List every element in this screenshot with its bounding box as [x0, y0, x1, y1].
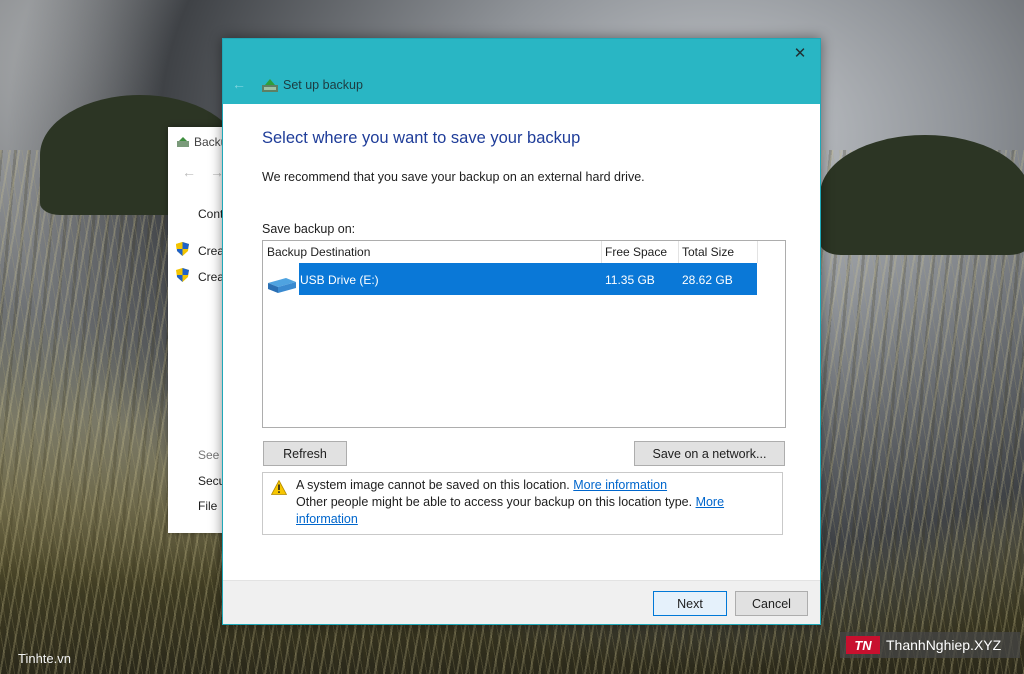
column-separator	[678, 241, 679, 263]
back-arrow-icon[interactable]: ←	[232, 76, 246, 92]
dialog-titlebar: ← Set up backup ✕	[223, 39, 820, 104]
row-free-space: 11.35 GB	[605, 273, 655, 287]
cancel-button[interactable]: Cancel	[735, 591, 808, 616]
column-header-free-space[interactable]: Free Space	[605, 245, 667, 259]
setup-backup-dialog: ← Set up backup ✕ Select where you want …	[222, 38, 821, 625]
warning-icon	[271, 480, 287, 495]
page-heading: Select where you want to save your backu…	[262, 129, 581, 147]
cp-item-create-2[interactable]: Crea	[198, 270, 224, 284]
cp-link-file[interactable]: File	[198, 499, 217, 513]
watermark-right-text: ThanhNghiep.XYZ	[886, 637, 1002, 653]
next-button[interactable]: Next	[653, 591, 727, 616]
row-destination: USB Drive (E:)	[300, 273, 379, 287]
backup-destination-list[interactable]: Backup Destination Free Space Total Size…	[262, 240, 786, 428]
backup-icon	[177, 137, 189, 147]
warning-line-3: information	[296, 512, 358, 526]
background-control-panel-window: Backu ←→ Conti Crea Crea See Secu File	[168, 127, 228, 533]
close-button[interactable]: ✕	[790, 45, 810, 63]
save-backup-on-label: Save backup on:	[262, 222, 356, 236]
cp-title: Backu	[176, 135, 227, 149]
column-header-destination[interactable]: Backup Destination	[267, 245, 370, 259]
row-total-size: 28.62 GB	[682, 273, 733, 287]
recommendation-text: We recommend that you save your backup o…	[262, 170, 645, 184]
more-information-link-2b[interactable]: information	[296, 512, 358, 526]
watermark-left: Tinhte.vn	[18, 651, 71, 666]
cp-item-create-1[interactable]: Crea	[198, 244, 224, 258]
warning-line-2: Other people might be able to access you…	[296, 495, 724, 509]
refresh-button[interactable]: Refresh	[263, 441, 347, 466]
cp-see-also: See	[198, 448, 220, 462]
warning-line-1: A system image cannot be saved on this l…	[296, 478, 667, 492]
column-separator	[601, 241, 602, 263]
watermark-right: TN ThanhNghiep.XYZ	[840, 632, 1020, 658]
column-header-total-size[interactable]: Total Size	[682, 245, 734, 259]
uac-shield-icon	[176, 268, 189, 282]
close-icon[interactable]: ✕	[794, 45, 807, 62]
warning-box: A system image cannot be saved on this l…	[262, 472, 783, 535]
list-header: Backup Destination Free Space Total Size	[263, 241, 759, 263]
column-separator	[757, 241, 758, 263]
dialog-title: Set up backup	[283, 78, 363, 92]
warning-text-2: Other people might be able to access you…	[296, 495, 693, 509]
warning-text-1: A system image cannot be saved on this l…	[296, 478, 570, 492]
dialog-footer: Next Cancel	[223, 580, 820, 624]
save-on-network-button[interactable]: Save on a network...	[634, 441, 785, 466]
uac-shield-icon	[176, 242, 189, 256]
brand-logo: TN	[846, 636, 880, 654]
more-information-link-2a[interactable]: More	[696, 495, 724, 509]
more-information-link-1[interactable]: More information	[573, 478, 667, 492]
table-row[interactable]: USB Drive (E:) 11.35 GB 28.62 GB	[299, 263, 757, 295]
wallpaper-trees-right	[820, 135, 1024, 255]
backup-icon	[262, 79, 278, 92]
brand-logo-text: TN	[854, 638, 872, 653]
usb-drive-icon	[268, 278, 296, 293]
